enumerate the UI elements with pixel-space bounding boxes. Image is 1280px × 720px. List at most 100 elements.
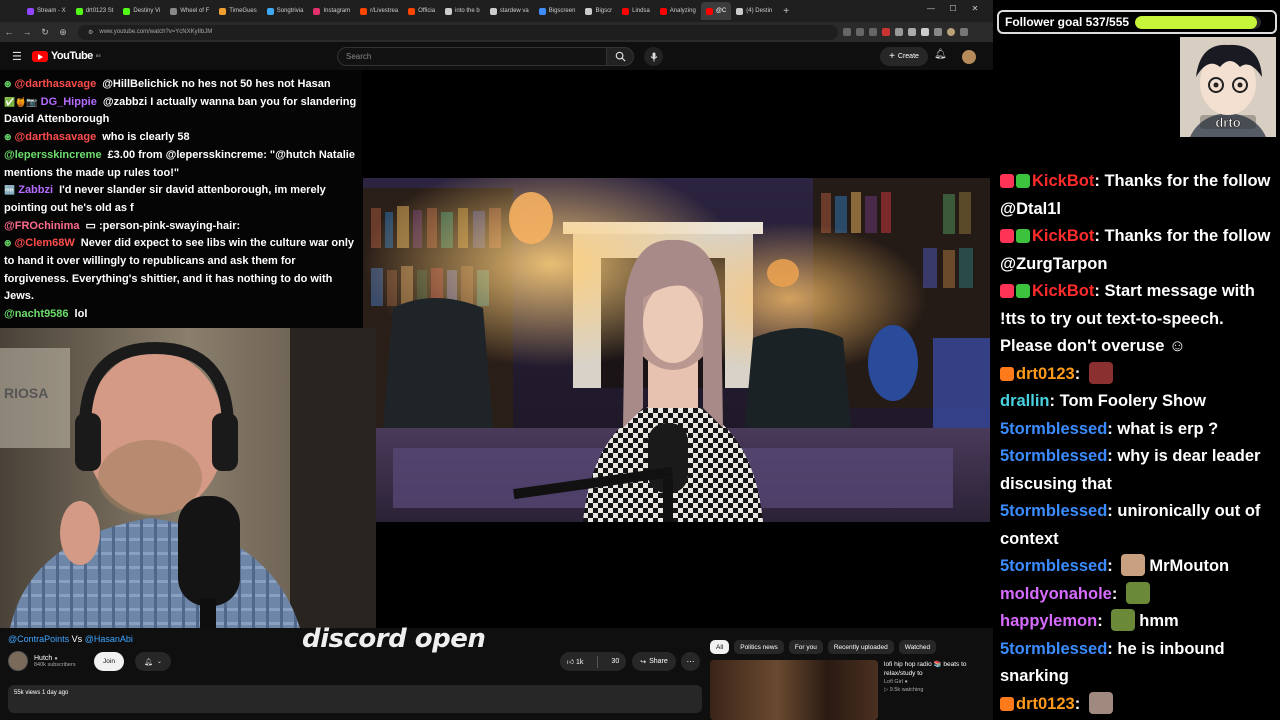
tab-label: Instagram [323, 8, 351, 14]
chat-username[interactable]: DG_Hippie [41, 96, 97, 108]
browser-tab[interactable]: Bigscreen [534, 2, 581, 20]
title-vs: Vs [69, 634, 85, 644]
chat-username[interactable]: drallin [1000, 392, 1050, 410]
extension-icon[interactable] [908, 28, 916, 36]
chat-username[interactable]: @darthasavage [15, 78, 97, 90]
filter-chip[interactable]: All [710, 640, 730, 654]
search-input[interactable]: Search [337, 47, 607, 66]
join-button[interactable]: Join [94, 652, 124, 671]
streamer-webcam: RIOSA [0, 328, 376, 628]
filter-chip[interactable]: Watched [898, 640, 937, 654]
chat-username[interactable]: 5tormblessed [1000, 420, 1107, 438]
sidebar-icon[interactable] [934, 28, 942, 36]
browser-tab[interactable]: @C [700, 2, 732, 20]
maximize-icon[interactable]: ☐ [942, 4, 964, 13]
extension-icon[interactable] [882, 28, 890, 36]
chat-username[interactable]: drt0123 [1016, 695, 1075, 713]
browser-tab[interactable]: Bigscr [580, 2, 617, 20]
more-actions-button[interactable]: ⋯ [681, 652, 700, 671]
bookmark-icon[interactable] [869, 28, 877, 36]
like-button[interactable]: 👍︎ 1k [567, 657, 584, 666]
profile-icon[interactable] [947, 28, 955, 36]
dislike-count[interactable]: 30 [611, 658, 619, 665]
browser-tab[interactable]: TimeGues [214, 2, 261, 20]
main-video-player[interactable] [363, 178, 990, 522]
channel-name[interactable]: Hutch [34, 655, 52, 662]
search-button[interactable] [606, 47, 634, 66]
browser-tab[interactable]: (4) Destin [731, 2, 777, 20]
youtube-logo[interactable]: YouTube BE [31, 50, 101, 62]
browser-tab[interactable]: r/Livestrea [355, 2, 403, 20]
channel-info[interactable]: Hutch ● 840k subscribers [8, 651, 76, 671]
chat-username[interactable]: 5tormblessed [1000, 447, 1107, 465]
recommended-channel[interactable]: Lofi Girl [884, 679, 903, 685]
chat-username[interactable]: 5tormblessed [1000, 640, 1107, 658]
browser-tab[interactable]: Destiny Vi [118, 2, 165, 20]
install-icon[interactable] [856, 28, 864, 36]
video-title: @ContraPoints Vs @HasanAbi [8, 634, 133, 644]
chat-username[interactable]: KickBot [1032, 172, 1094, 190]
chat-username[interactable]: KickBot [1032, 227, 1094, 245]
chat-username[interactable]: KickBot [1032, 282, 1094, 300]
cast-icon[interactable] [843, 28, 851, 36]
back-icon[interactable]: ← [0, 27, 18, 37]
recommended-video-thumbnail[interactable] [710, 660, 878, 720]
channel-avatar[interactable] [8, 651, 28, 671]
chat-username[interactable]: @darthasavage [15, 131, 97, 143]
extensions-icon[interactable]: ⊕ [54, 27, 72, 38]
chat-username[interactable]: Zabbzi [18, 184, 53, 196]
close-icon[interactable]: ✕ [964, 4, 986, 13]
browser-tab[interactable]: Songtrivia [262, 2, 309, 20]
tab-label: r/Livestrea [370, 8, 399, 14]
filter-chip[interactable]: Politics news [734, 640, 784, 654]
extension-icon[interactable] [921, 28, 929, 36]
menu-icon[interactable] [960, 28, 968, 36]
title-mention-2[interactable]: @HasanAbi [85, 634, 133, 644]
chat-message: @FROchinima ▭ :person-pink-swaying-hair: [4, 218, 358, 236]
chat-username[interactable]: @FROchinima [4, 220, 80, 232]
browser-tab[interactable]: Analyzing [655, 2, 701, 20]
tab-favicon-icon [445, 7, 453, 15]
chat-username[interactable]: 5tormblessed [1000, 557, 1107, 575]
chat-text: lol [74, 308, 88, 321]
chat-username[interactable]: 5tormblessed [1000, 502, 1107, 520]
chat-username[interactable]: moldyonahole [1000, 585, 1112, 603]
browser-tab[interactable]: Officia [403, 2, 440, 20]
chat-username[interactable]: drt0123 [1016, 365, 1075, 383]
extension-icon[interactable] [895, 28, 903, 36]
new-tab-icon[interactable]: + [783, 6, 789, 17]
video-description[interactable]: 55k views 1 day ago [8, 685, 702, 713]
share-button[interactable]: ↪ Share [632, 652, 676, 671]
browser-tab[interactable]: Wheel of F [165, 2, 214, 20]
reload-icon[interactable]: ↻ [36, 27, 54, 38]
create-button[interactable]: + Create [880, 47, 928, 66]
title-mention-1[interactable]: @ContraPoints [8, 634, 69, 644]
chat-username[interactable]: @nacht9586 [4, 308, 69, 320]
subscription-bell-button[interactable]: 🔔︎ ⌄ [135, 652, 171, 671]
browser-tab[interactable]: drt0123 St [71, 2, 119, 20]
chat-username[interactable]: @Clem68W [15, 237, 75, 249]
chat-text: @HillBelichick no hes not 50 hes not Has… [102, 78, 331, 90]
voice-search-button[interactable] [644, 47, 663, 66]
hamburger-menu-icon[interactable]: ☰ [12, 50, 22, 63]
site-info-icon[interactable]: ⚙ [88, 29, 93, 36]
notifications-bell-icon[interactable]: 🔔︎ [934, 49, 947, 60]
browser-tab[interactable]: Lindsa [617, 2, 655, 20]
browser-tab[interactable]: stardew va [485, 2, 534, 20]
browser-tab[interactable]: Stream - X [22, 2, 71, 20]
chat-colon: : [1094, 282, 1105, 300]
filter-chip[interactable]: For you [788, 640, 823, 654]
filter-chip[interactable]: Recently uploaded [827, 640, 894, 654]
browser-tab[interactable]: into the b [440, 2, 485, 20]
chat-username[interactable]: happylemon [1000, 612, 1097, 630]
forward-icon[interactable]: → [18, 27, 36, 37]
left-chat-overlay: ⊛ @darthasavage @HillBelichick no hes not … [0, 70, 362, 328]
recommended-video-title[interactable]: lofi hip hop radio 📚 beats to relax/stud… [884, 661, 989, 678]
chat-username[interactable]: @lepersskincreme [4, 149, 102, 161]
account-avatar[interactable] [962, 50, 976, 64]
minimize-icon[interactable]: — [920, 4, 942, 13]
recommended-video-info[interactable]: lofi hip hop radio 📚 beats to relax/stud… [884, 661, 989, 694]
tab-label: Lindsa [632, 8, 650, 14]
address-bar[interactable]: ⚙ www.youtube.com/watch?v=YcNXKyIIbJM [78, 24, 838, 40]
browser-tab[interactable]: Instagram [308, 2, 355, 20]
